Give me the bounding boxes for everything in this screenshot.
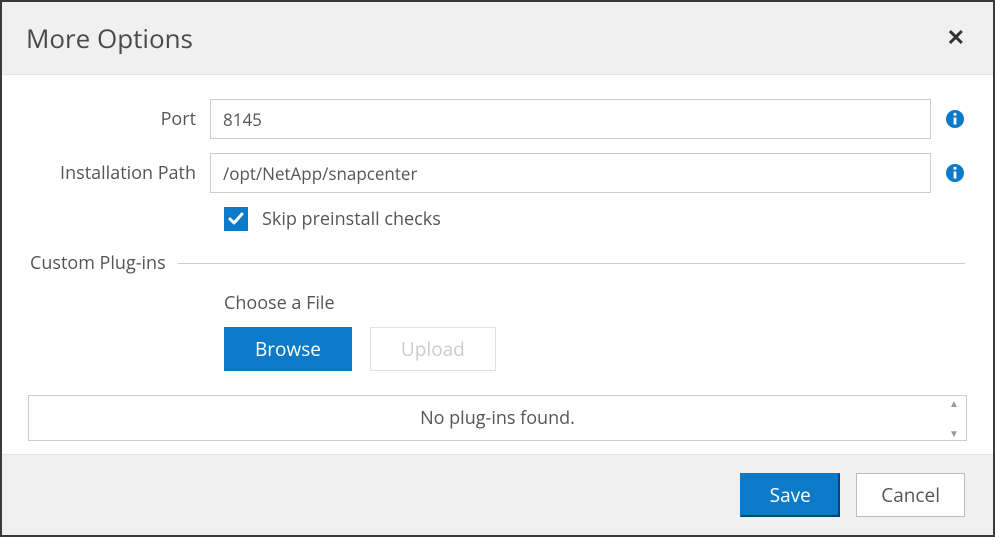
install-path-label: Installation Path [30,161,210,185]
scroll-down-icon[interactable]: ▼ [945,428,963,438]
scroll-handles: ▲ ▼ [945,398,963,438]
close-button[interactable]: ✕ [943,27,969,49]
scroll-up-icon[interactable]: ▲ [945,398,963,408]
more-options-dialog: More Options ✕ Port Installation Path [0,0,995,537]
plugins-list[interactable]: No plug-ins found. ▲ ▼ [28,395,967,441]
dialog-header: More Options ✕ [2,2,993,75]
port-input[interactable] [210,99,931,139]
skip-checks-checkbox[interactable] [224,207,248,231]
file-button-row: Browse Upload [224,327,965,371]
close-icon: ✕ [947,25,965,50]
plugins-empty-message: No plug-ins found. [420,406,575,430]
custom-plugins-label: Custom Plug-ins [30,251,178,275]
port-row: Port [30,99,965,139]
divider [178,263,965,264]
dialog-title: More Options [26,20,193,56]
info-icon[interactable] [945,163,965,183]
save-button[interactable]: Save [740,473,840,517]
checkmark-icon [227,210,245,228]
skip-checks-row: Skip preinstall checks [30,207,965,231]
choose-file-label: Choose a File [224,291,965,315]
port-label: Port [30,107,210,131]
choose-file-section: Choose a File Browse Upload [30,291,965,371]
dialog-body: Port Installation Path [2,75,993,454]
cancel-button[interactable]: Cancel [856,473,965,517]
browse-button[interactable]: Browse [224,327,352,371]
dialog-footer: Save Cancel [2,454,993,535]
custom-plugins-section: Custom Plug-ins [30,251,965,275]
skip-checks-label: Skip preinstall checks [262,207,441,231]
info-icon[interactable] [945,109,965,129]
upload-button: Upload [370,327,496,371]
install-path-row: Installation Path [30,153,965,193]
install-path-input[interactable] [210,153,931,193]
